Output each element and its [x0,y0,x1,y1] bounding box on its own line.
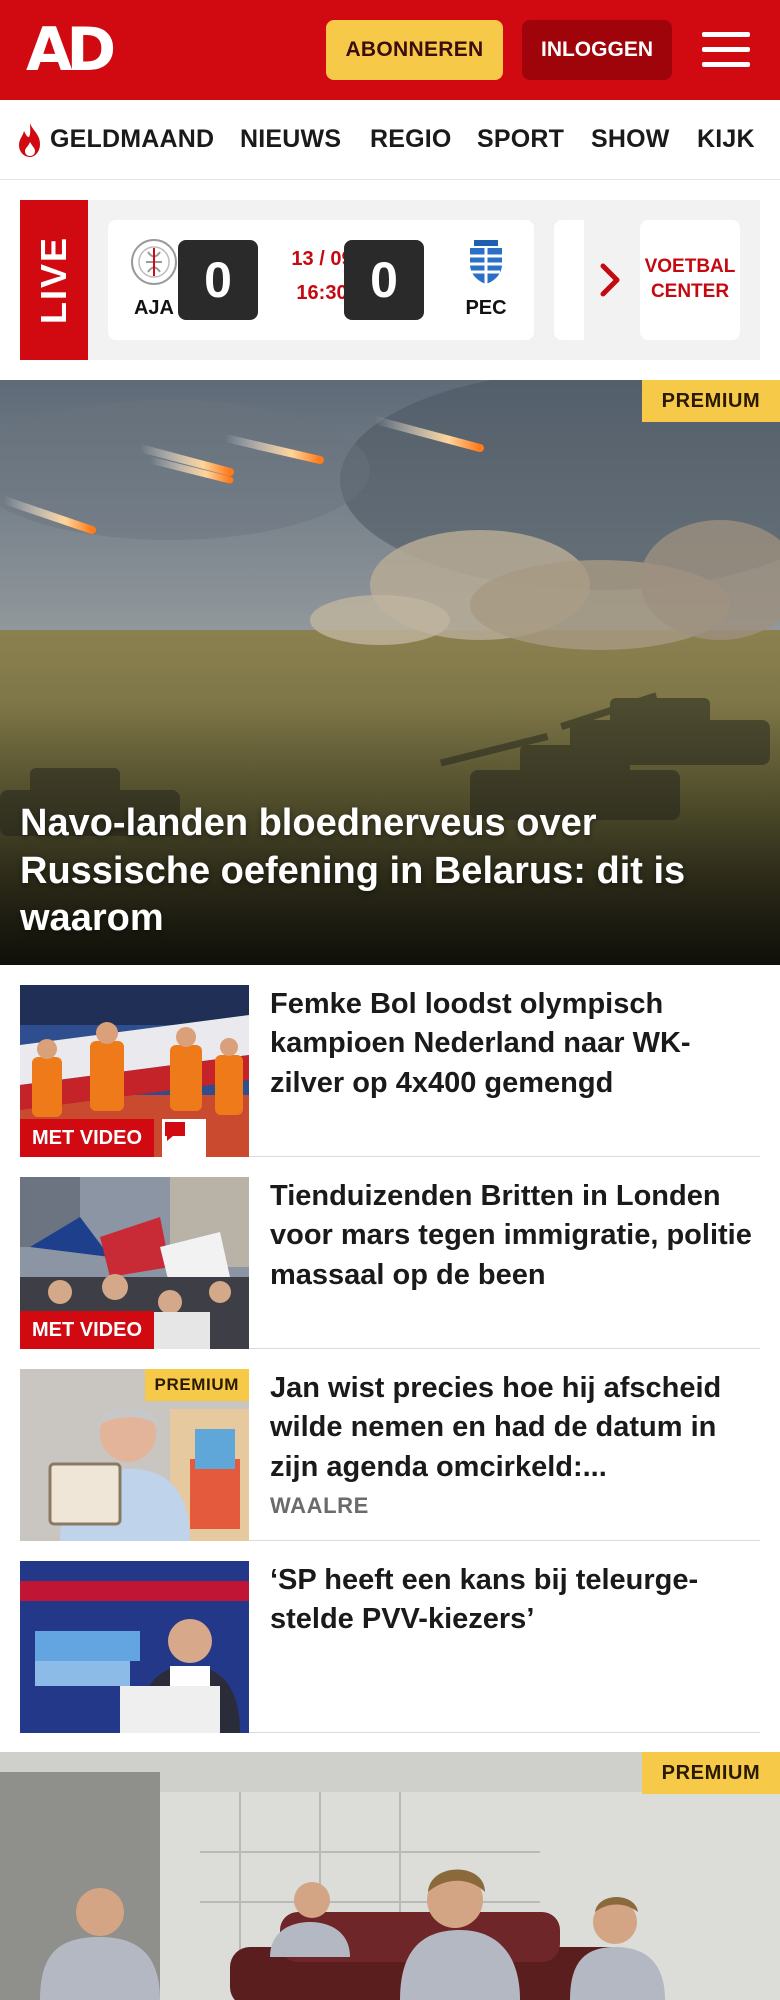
article-title[interactable]: Jan wist precies hoe hij afscheid wilde … [270,1369,760,1487]
voetbal-center-link[interactable]: VOETBAL CENTER [640,220,740,340]
list-item[interactable]: PREMIUM Jan wist precies hoe hij afschei… [20,1369,760,1541]
nav-item-sport[interactable]: SPORT [477,125,564,154]
voetbal-center-label-1: VOETBAL [644,256,736,278]
hero-article-2[interactable]: PREMIUM [0,1752,780,2000]
nav-item-kijk[interactable]: KIJK [697,125,755,154]
nav-item-nieuws[interactable]: NIEUWS [240,125,341,154]
hero-article[interactable]: PREMIUM Navo-landen bloednerveus over Ru… [0,380,780,965]
article-thumbnail [20,1561,249,1733]
login-button[interactable]: INLOGGEN [522,20,672,80]
home-team-abbr: AJA [133,297,174,319]
live-scoreboard: LIVE AJA 0 13 / 09 16:30 0 PEC VOETBAL C… [20,200,760,360]
pec-crest-icon [470,240,502,284]
list-item[interactable]: MET VIDEO Tienduizenden Britten in Londe… [20,1177,760,1349]
premium-badge: PREMIUM [144,1369,249,1401]
hero-headline[interactable]: Navo-landen bloednerveus over Russische … [20,800,740,943]
match-card[interactable]: AJA 0 13 / 09 16:30 0 PEC [108,220,534,340]
ad-logo[interactable]: AD [26,20,116,80]
scroll-right-button[interactable] [584,220,636,340]
voetbal-center-label-2: CENTER [650,281,730,302]
comment-icon [162,1119,206,1157]
article-title[interactable]: ‘SP heeft een kans bij teleurge­stelde P… [270,1561,760,1640]
home-team: AJA [124,238,184,320]
away-team-abbr: PEC [465,297,507,319]
section-nav: GELDMAAND NIEUWS REGIO SPORT SHOW KIJK [0,100,780,180]
list-item[interactable]: ‘SP heeft een kans bij teleurge­stelde P… [20,1561,760,1733]
chevron-right-icon [600,263,620,297]
live-tag: LIVE [20,200,88,360]
premium-badge: PREMIUM [642,380,780,422]
article-location: WAALRE [270,1493,369,1518]
flame-icon [19,123,40,157]
next-match-card[interactable] [554,220,584,340]
ajax-crest-icon [131,239,177,285]
article-thumbnail: MET VIDEO [20,985,249,1157]
video-tag: MET VIDEO [20,1311,155,1349]
away-score: 0 [344,240,424,320]
away-team: PEC [456,238,516,320]
nav-item-show[interactable]: SHOW [591,125,670,154]
article-thumbnail: PREMIUM [20,1369,249,1541]
home-score: 0 [178,240,258,320]
premium-badge: PREMIUM [642,1752,780,1794]
subscribe-button[interactable]: ABONNEREN [326,20,503,80]
list-item[interactable]: MET VIDEO Femke Bol loodst olympisch kam… [20,985,760,1157]
video-tag: MET VIDEO [20,1119,155,1157]
nav-item-geldmaand[interactable]: GELDMAAND [50,125,214,154]
article-title[interactable]: Femke Bol loodst olympisch kampioen Nede… [270,985,760,1103]
article-thumbnail: MET VIDEO [20,1177,249,1349]
article-title[interactable]: Tienduizenden Britten in Londen voor mar… [270,1177,760,1295]
nav-item-regio[interactable]: REGIO [370,125,452,154]
menu-icon[interactable] [700,28,752,72]
top-bar: AD ABONNEREN INLOGGEN [0,0,780,100]
